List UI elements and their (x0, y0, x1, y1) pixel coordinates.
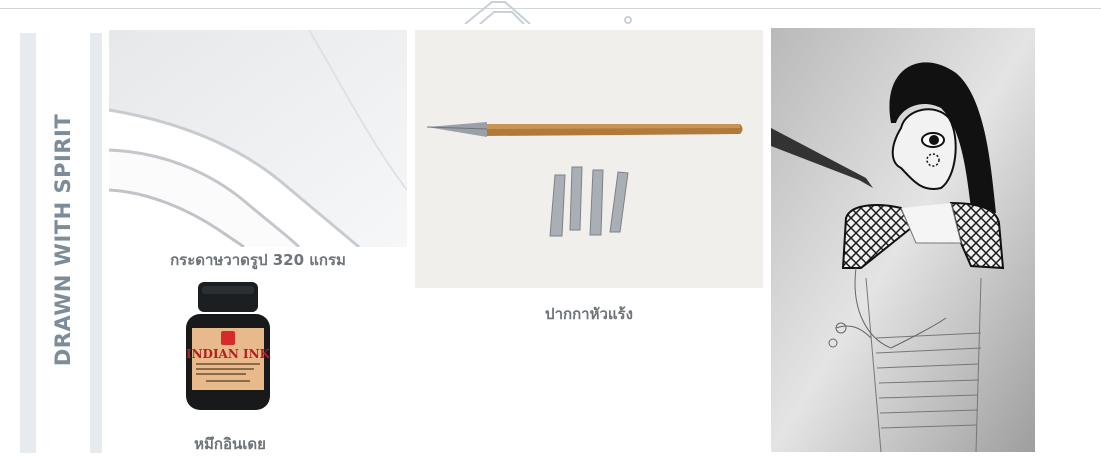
indian-ink-caption: หมึกอินเดย (194, 435, 266, 453)
left-decorative-bar (20, 33, 36, 453)
dip-pen-and-nibs-image (415, 30, 763, 288)
vertical-section-title: DRAWN WITH SPIRIT (51, 113, 75, 367)
indian-ink-bottle-image: INDIAN INK (182, 280, 274, 413)
top-emblem-icon (464, 0, 632, 24)
drawing-paper-image (109, 30, 407, 247)
drawing-paper-caption: กระดาษวาดรูป 320 แกรม (170, 251, 346, 269)
dip-pen-caption: ปากกาหัวแร้ง (545, 305, 633, 323)
ink-drawing-of-woman-image (771, 28, 1035, 452)
right-decorative-bar (90, 33, 102, 453)
ink-brand-label: INDIAN INK (186, 347, 271, 361)
